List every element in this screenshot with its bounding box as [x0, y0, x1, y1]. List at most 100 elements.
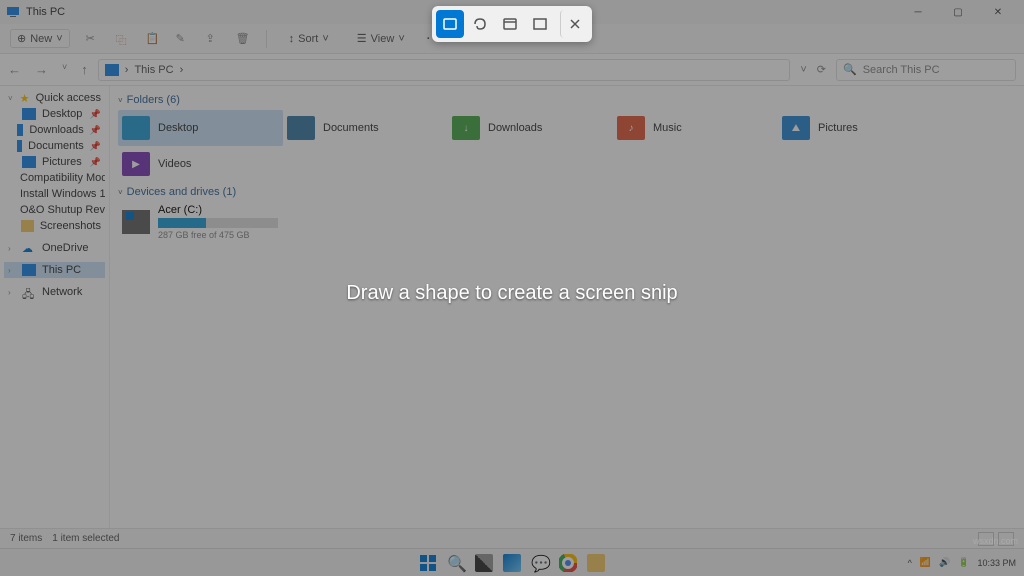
sidebar-item-oos[interactable]: O&O Shutup Revies	[4, 202, 105, 218]
volume-icon[interactable]: 🔊	[939, 557, 950, 568]
music-icon: ♪	[617, 116, 645, 140]
taskbar: 🔍 💬 ^ 📶 🔊 🔋 10:33 PM	[0, 548, 1024, 576]
folder-icon	[22, 156, 36, 168]
folder-pictures[interactable]: ⛰Pictures	[778, 110, 943, 146]
folder-icon	[17, 124, 23, 136]
pin-icon: 📌	[90, 157, 101, 168]
clock[interactable]: 10:33 PM	[977, 558, 1016, 568]
desktop-icon	[122, 116, 150, 140]
pc-icon	[22, 264, 36, 276]
watermark: wsxdn.com	[973, 536, 1018, 546]
drive-usage-bar	[158, 218, 278, 228]
cut-icon[interactable]: ✂	[86, 32, 100, 46]
folder-desktop[interactable]: Desktop	[118, 110, 283, 146]
forward-button[interactable]: →	[35, 62, 48, 77]
breadcrumb-arrow: ›	[125, 64, 129, 76]
sidebar-item-compat[interactable]: Compatibility Mods	[4, 170, 105, 186]
statusbar: 7 items 1 item selected	[0, 528, 1024, 548]
folder-documents[interactable]: Documents	[283, 110, 448, 146]
drive-free-text: 287 GB free of 475 GB	[158, 230, 394, 240]
pictures-icon: ⛰	[782, 116, 810, 140]
snip-fullscreen-button[interactable]	[526, 10, 554, 38]
explorer-icon[interactable]	[587, 554, 605, 572]
pc-icon	[6, 5, 20, 19]
breadcrumb-location: This PC	[134, 64, 173, 76]
maximize-button[interactable]: ▢	[938, 0, 978, 24]
videos-icon: ▶	[122, 152, 150, 176]
drive-name: Acer (C:)	[158, 204, 394, 216]
drive-c[interactable]: Acer (C:) 287 GB free of 475 GB	[118, 202, 398, 242]
chrome-icon[interactable]	[559, 554, 577, 572]
star-icon: ★	[20, 92, 30, 104]
folders-grid: Desktop Documents ↓Downloads ♪Music ⛰Pic…	[118, 110, 1016, 182]
sidebar-item-install[interactable]: Install Windows 11	[4, 186, 105, 202]
sidebar-item-pictures[interactable]: Pictures📌	[4, 154, 105, 170]
snip-hint-text: Draw a shape to create a screen snip	[346, 282, 677, 305]
pin-icon: 📌	[90, 125, 101, 136]
copy-icon[interactable]: ⿻	[116, 32, 130, 46]
sidebar-item-quick-access[interactable]: ˅★Quick access	[4, 90, 105, 106]
rename-icon[interactable]: ✎	[176, 32, 190, 46]
sidebar: ˅★Quick access Desktop📌 Downloads📌 Docum…	[0, 86, 110, 552]
folder-videos[interactable]: ▶Videos	[118, 146, 283, 182]
main-area: ˅★Quick access Desktop📌 Downloads📌 Docum…	[0, 86, 1024, 552]
network-icon: 🖧	[22, 286, 36, 298]
breadcrumb[interactable]: › This PC ›	[98, 59, 791, 81]
sort-button[interactable]: ↕ Sort ˅	[283, 31, 335, 47]
tray-chevron-icon[interactable]: ^	[908, 558, 912, 568]
status-items: 7 items	[10, 533, 42, 544]
view-button[interactable]: ☰ View ˅	[351, 30, 411, 47]
folder-icon	[22, 108, 36, 120]
new-button[interactable]: ⊕ New ˅	[10, 29, 70, 48]
pc-icon	[105, 64, 119, 76]
folder-icon	[17, 140, 22, 152]
back-button[interactable]: ←	[8, 62, 21, 77]
folder-music[interactable]: ♪Music	[613, 110, 778, 146]
documents-icon	[287, 116, 315, 140]
sidebar-item-documents[interactable]: Documents📌	[4, 138, 105, 154]
snip-freeform-button[interactable]	[466, 10, 494, 38]
cloud-icon: ☁	[22, 242, 36, 254]
pin-icon: 📌	[90, 109, 101, 120]
sidebar-item-thispc[interactable]: ›This PC	[4, 262, 105, 278]
pin-icon: 📌	[90, 141, 101, 152]
share-icon[interactable]: ⇪	[206, 32, 220, 46]
snip-close-button[interactable]	[560, 10, 588, 38]
wifi-icon[interactable]: 📶	[920, 557, 931, 568]
battery-icon[interactable]: 🔋	[958, 557, 969, 568]
separator	[266, 30, 267, 48]
widgets-icon[interactable]	[503, 554, 521, 572]
navigation-bar: ← → ˅ ↑ › This PC › ˅ ⟳ 🔍 Search This PC	[0, 54, 1024, 86]
up-button[interactable]: ↑	[81, 62, 88, 77]
search-icon: 🔍	[843, 63, 857, 76]
search-input[interactable]: 🔍 Search This PC	[836, 59, 1016, 81]
search-placeholder: Search This PC	[863, 64, 940, 76]
start-button[interactable]	[419, 554, 437, 572]
chat-icon[interactable]: 💬	[531, 554, 549, 572]
group-devices[interactable]: ˅Devices and drives (1)	[118, 182, 1016, 202]
refresh-button[interactable]: ⟳	[817, 63, 826, 76]
status-selected: 1 item selected	[52, 533, 119, 544]
sidebar-item-downloads[interactable]: Downloads📌	[4, 122, 105, 138]
close-button[interactable]: ✕	[978, 0, 1018, 24]
snip-toolbar	[432, 6, 592, 42]
sidebar-item-network[interactable]: ›🖧Network	[4, 284, 105, 300]
snip-rectangular-button[interactable]	[436, 10, 464, 38]
search-taskbar-icon[interactable]: 🔍	[447, 554, 465, 572]
recent-dropdown[interactable]: ˅	[62, 62, 67, 77]
snip-window-button[interactable]	[496, 10, 524, 38]
sidebar-item-screenshots[interactable]: Screenshots	[4, 218, 105, 234]
dropdown-icon[interactable]: ˅	[800, 64, 806, 76]
window-title: This PC	[26, 6, 65, 18]
sidebar-item-desktop[interactable]: Desktop📌	[4, 106, 105, 122]
content-area: ˅Folders (6) Desktop Documents ↓Download…	[110, 86, 1024, 552]
delete-icon[interactable]: 🗑	[236, 32, 250, 46]
breadcrumb-arrow: ›	[180, 64, 184, 76]
group-folders[interactable]: ˅Folders (6)	[118, 90, 1016, 110]
drive-icon	[122, 210, 150, 234]
sidebar-item-onedrive[interactable]: ›☁OneDrive	[4, 240, 105, 256]
minimize-button[interactable]: ─	[898, 0, 938, 24]
taskview-icon[interactable]	[475, 554, 493, 572]
paste-icon[interactable]: 📋	[146, 32, 160, 46]
folder-downloads[interactable]: ↓Downloads	[448, 110, 613, 146]
